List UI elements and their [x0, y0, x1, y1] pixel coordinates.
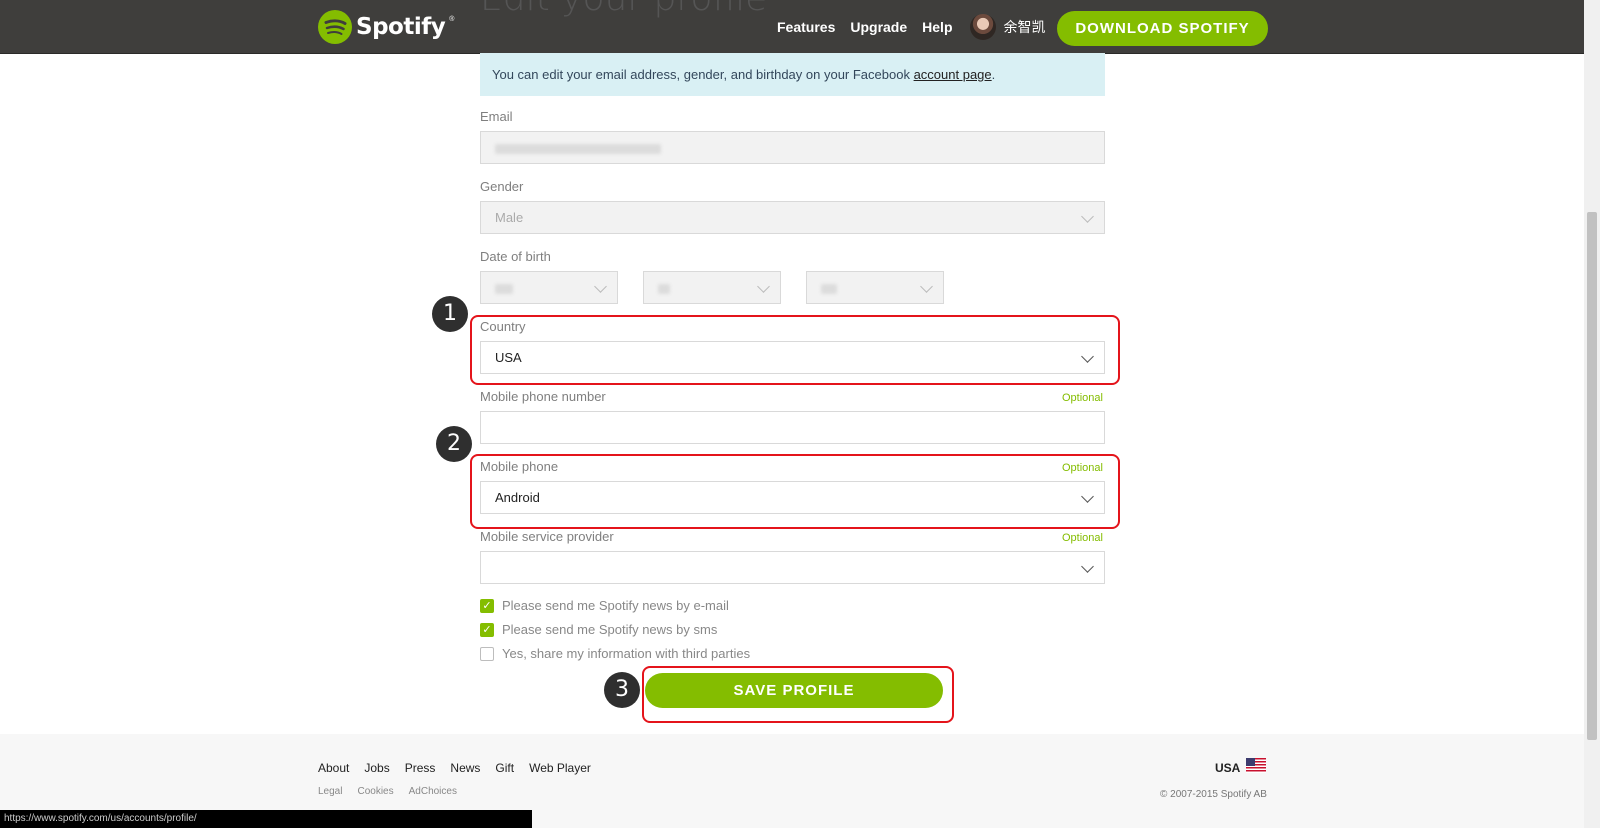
save-profile-button[interactable]: SAVE PROFILE	[645, 673, 943, 708]
checkbox-sms-news-label: Please send me Spotify news by sms	[502, 622, 718, 637]
footer-link-press[interactable]: Press	[405, 761, 436, 775]
dob-month-select	[643, 271, 781, 304]
logo-trademark: ®	[449, 15, 455, 23]
dob-year-blurred	[821, 283, 837, 294]
mobile-phone-label: Mobile phone	[480, 459, 559, 474]
step-number-badge: 2	[436, 426, 472, 462]
checkbox-unchecked-icon[interactable]	[480, 646, 494, 661]
checkbox-email-news[interactable]: ✓ Please send me Spotify news by e-mail	[480, 598, 729, 613]
mobile-phone-optional: Optional	[1062, 462, 1103, 474]
spotify-logo-icon	[318, 10, 352, 44]
footer-link-news[interactable]: News	[450, 761, 480, 775]
checkbox-email-news-label: Please send me Spotify news by e-mail	[502, 598, 729, 613]
step-number-badge: 3	[604, 672, 640, 708]
checkbox-sms-news[interactable]: ✓ Please send me Spotify news by sms	[480, 622, 717, 637]
download-spotify-button[interactable]: DOWNLOAD SPOTIFY	[1057, 11, 1268, 46]
dob-day-select	[480, 271, 618, 304]
user-menu[interactable]: 余智凯 ▼	[969, 13, 1064, 40]
spotify-logo[interactable]: Spotify ®	[318, 10, 454, 44]
account-page-link[interactable]: account page	[914, 67, 992, 82]
chevron-down-icon	[594, 280, 607, 293]
footer-link-gift[interactable]: Gift	[495, 761, 514, 775]
email-label: Email	[480, 109, 513, 124]
chevron-down-icon	[1081, 350, 1094, 363]
browser-status-url: https://www.spotify.com/us/accounts/prof…	[0, 810, 532, 828]
email-blurred-value	[495, 143, 661, 154]
username: 余智凯	[1003, 18, 1046, 35]
provider-select[interactable]	[480, 551, 1105, 584]
footer-country[interactable]: USA	[1215, 761, 1240, 775]
nav-features[interactable]: Features	[777, 19, 835, 35]
email-field	[480, 131, 1105, 164]
step-number-badge: 1	[432, 296, 468, 332]
gender-select: Male	[480, 201, 1105, 234]
dob-day-blurred	[495, 283, 513, 294]
checkbox-share-third-parties[interactable]: Yes, share my information with third par…	[480, 646, 750, 661]
facebook-notice: You can edit your email address, gender,…	[480, 53, 1105, 96]
dob-month-blurred	[658, 283, 670, 294]
checkbox-checked-icon[interactable]: ✓	[480, 622, 494, 637]
footer-copyright: © 2007-2015 Spotify AB	[1160, 789, 1267, 800]
footer-legal-links: Legal Cookies AdChoices	[318, 786, 457, 797]
scrollbar-thumb[interactable]	[1587, 212, 1597, 740]
nav-upgrade[interactable]: Upgrade	[850, 19, 907, 35]
footer-link-adchoices[interactable]: AdChoices	[409, 786, 457, 797]
dob-label: Date of birth	[480, 249, 551, 264]
footer-link-web-player[interactable]: Web Player	[529, 761, 591, 775]
gender-label: Gender	[480, 179, 524, 194]
footer-link-about[interactable]: About	[318, 761, 349, 775]
provider-label: Mobile service provider	[480, 529, 614, 544]
gender-value: Male	[495, 210, 524, 225]
footer-links: About Jobs Press News Gift Web Player	[318, 761, 591, 775]
page-title: Edit your profile	[480, 0, 767, 19]
country-value: USA	[495, 350, 522, 365]
chevron-down-icon	[757, 280, 770, 293]
checkbox-share-label: Yes, share my information with third par…	[502, 646, 751, 661]
checkbox-checked-icon[interactable]: ✓	[480, 598, 494, 613]
mobile-number-label: Mobile phone number	[480, 389, 606, 404]
chevron-down-icon	[920, 280, 933, 293]
country-label: Country	[480, 319, 526, 334]
footer-link-legal[interactable]: Legal	[318, 786, 342, 797]
mobile-phone-select[interactable]: Android	[480, 481, 1105, 514]
chevron-down-icon	[1081, 560, 1094, 573]
chevron-down-icon	[1081, 490, 1094, 503]
footer-link-cookies[interactable]: Cookies	[357, 786, 393, 797]
logo-wordmark: Spotify	[356, 14, 446, 40]
mobile-number-optional: Optional	[1062, 392, 1103, 404]
us-flag-icon[interactable]	[1246, 758, 1266, 773]
main-nav: Features Upgrade Help 余智凯 ▼	[777, 0, 1064, 53]
dob-year-select	[806, 271, 944, 304]
mobile-phone-value: Android	[495, 490, 540, 505]
provider-optional: Optional	[1062, 532, 1103, 544]
footer-link-jobs[interactable]: Jobs	[364, 761, 389, 775]
country-select[interactable]: USA	[480, 341, 1105, 374]
chevron-down-icon	[1081, 210, 1094, 223]
notice-text: You can edit your email address, gender,…	[492, 67, 914, 82]
mobile-number-input[interactable]	[480, 411, 1105, 444]
avatar	[969, 13, 996, 40]
nav-help[interactable]: Help	[922, 19, 952, 35]
notice-period: .	[991, 67, 996, 82]
